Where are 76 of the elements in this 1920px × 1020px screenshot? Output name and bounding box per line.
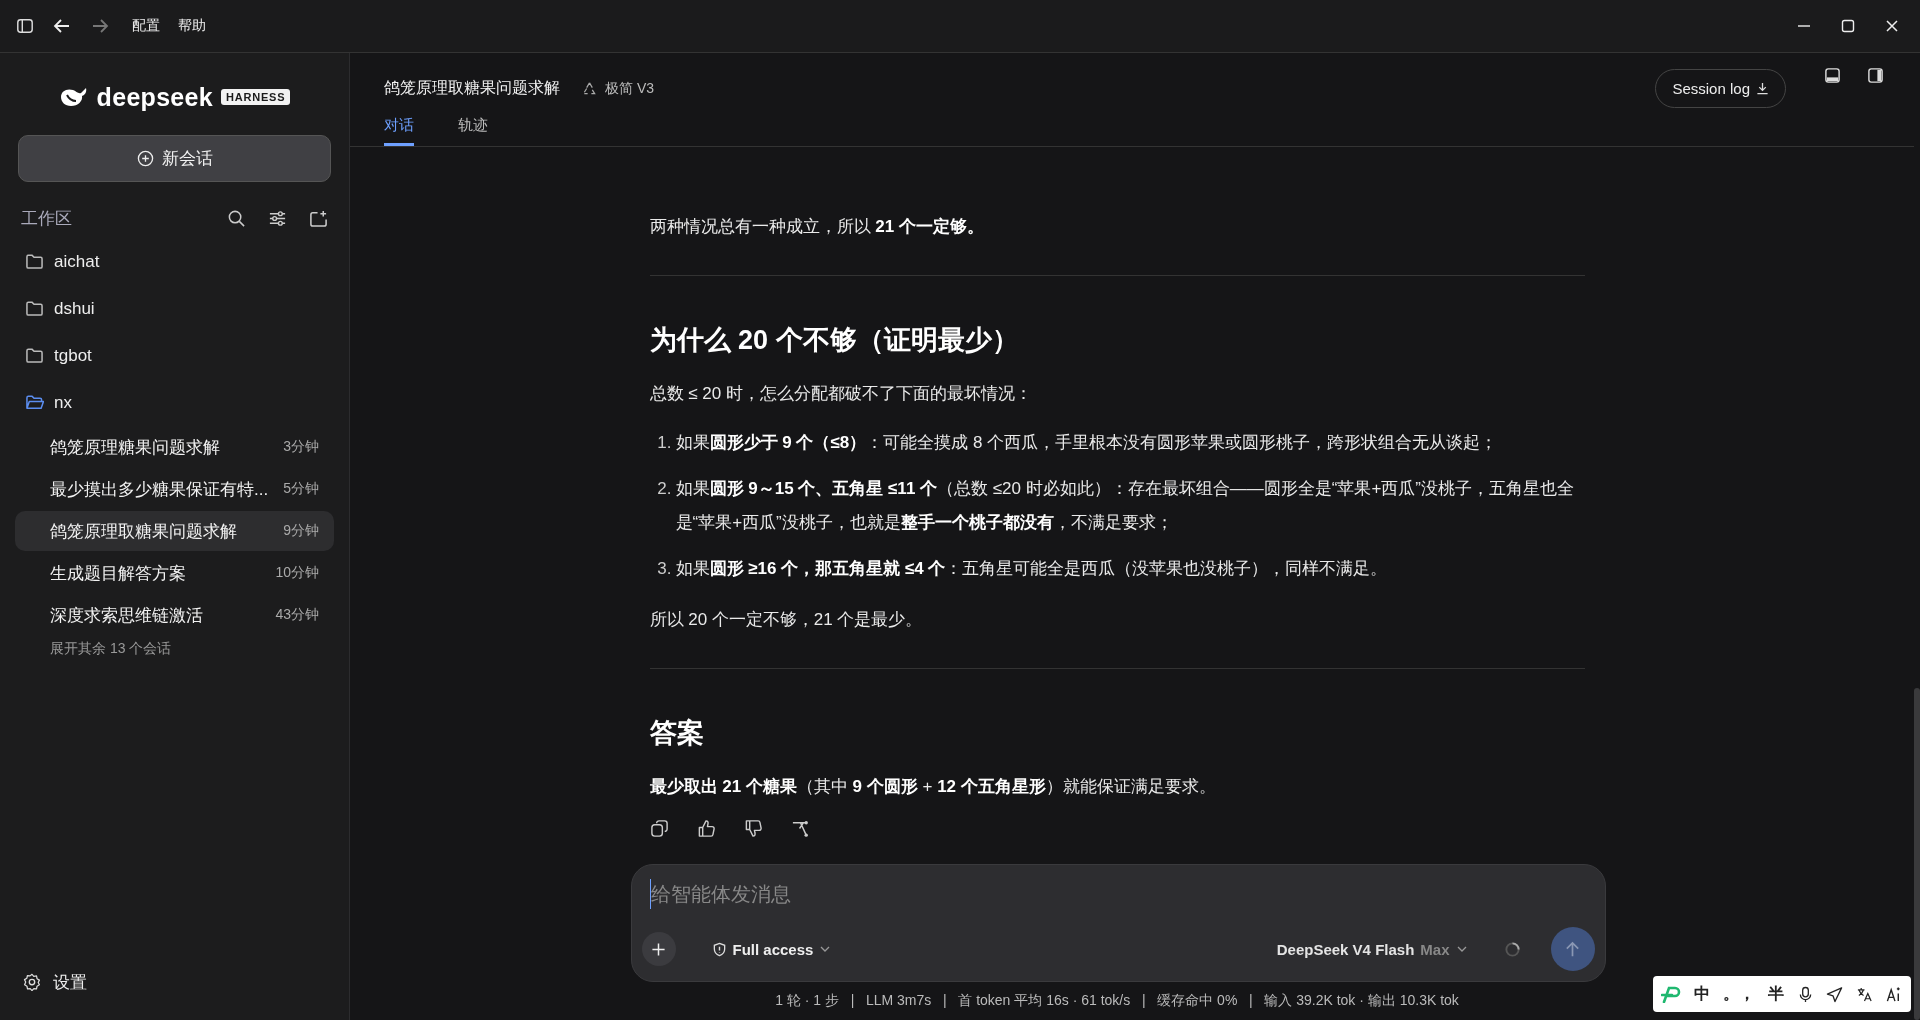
section-heading: 答案 <box>649 717 705 750</box>
menu-item[interactable]: 配置 <box>132 17 160 35</box>
scrollbar[interactable] <box>1914 688 1920 1020</box>
translate-icon[interactable] <box>1855 985 1873 1003</box>
new-chat-button[interactable]: 新会话 <box>18 135 331 182</box>
send-plane-icon[interactable] <box>1825 985 1843 1003</box>
thumbs-down-icon[interactable] <box>743 819 763 838</box>
session-item[interactable]: 鸽笼原理取糖果问题求解 9分钟 <box>15 511 334 551</box>
session-title: 生成题目解答方案 <box>50 562 187 585</box>
paragraph: 最少取出 21 个糖果（其中 9 个圆形 + 12 个五角星形）就能保证满足要求。 <box>649 776 1217 798</box>
plus-icon <box>651 941 666 957</box>
folder-item[interactable]: aichat <box>15 238 334 285</box>
paragraph: 总数 ≤ 20 时，怎么分配都破不了下面的最坏情况： <box>649 383 1033 405</box>
plus-circle-icon <box>136 150 154 167</box>
ime-toggle[interactable]: 。， <box>1723 983 1756 1005</box>
list-item-text: 如果圆形 ≥16 个，那五角星就 ≤4 个：五角星可能全是西瓜（没苹果也没桃子），同样不满足。 <box>675 558 1388 580</box>
copy-icon[interactable] <box>649 819 669 838</box>
list-number: 2. <box>656 478 672 500</box>
ime-toggle[interactable]: 半 <box>1768 983 1785 1005</box>
search-icon[interactable] <box>227 208 246 228</box>
sidebar-toggle-icon[interactable] <box>16 17 34 35</box>
filter-sliders-icon[interactable] <box>268 208 287 228</box>
close-icon[interactable] <box>1884 18 1900 34</box>
session-title: 深度求索思维链激活 <box>50 604 204 627</box>
status-text: 1 轮 · 1 步 | LLM 3m7s | 首 token 平均 16s · 61 tok/s | 缓存命中 0% | 输入 39.2K tok · 输出 10.3K tok <box>775 992 1459 1010</box>
session-item[interactable]: 深度求索思维链激活 43分钟 <box>15 595 334 635</box>
session-time: 9分钟 <box>283 522 319 540</box>
session-title: 最少摸出多少糖果保证有特... <box>50 478 270 501</box>
conversation-title: 鸽笼原理取糖果问题求解 <box>384 78 560 98</box>
session-item[interactable]: 最少摸出多少糖果保证有特... 5分钟 <box>15 469 334 509</box>
list-number: 1. <box>656 432 672 454</box>
session-title: 鸽笼原理取糖果问题求解 <box>50 520 238 543</box>
session-title: 鸽笼原理糖果问题求解 <box>50 436 221 459</box>
menu-item[interactable]: 帮助 <box>178 17 206 35</box>
session-item[interactable]: 鸽笼原理糖果问题求解 3分钟 <box>15 427 334 467</box>
new-folder-icon[interactable] <box>309 208 328 228</box>
session-time: 43分钟 <box>275 606 319 624</box>
right-panel-icon[interactable] <box>1867 67 1884 84</box>
message-input[interactable]: 给智能体发消息 <box>649 879 1596 909</box>
brand-name: deepseek <box>96 82 213 112</box>
paragraph: 所以 20 个一定不够，21 个是最少。 <box>649 609 924 631</box>
list-number: 3. <box>656 558 672 580</box>
folder-item[interactable]: dshui <box>15 285 334 332</box>
download-icon <box>1756 82 1769 95</box>
access-dropdown[interactable]: Full access <box>705 939 838 959</box>
tab[interactable]: 轨迹 <box>458 116 488 146</box>
settings-button[interactable]: 设置 <box>15 962 334 1002</box>
maximize-icon[interactable] <box>1840 18 1856 34</box>
list-item-text: 如果圆形少于 9 个（≤8）：可能全摸成 8 个西瓜，手里根本没有圆形苹果或圆形桃子，跨形状组合无从谈起； <box>675 432 1498 454</box>
loading-spinner-icon <box>1503 940 1521 958</box>
list-item-text: 如果圆形 9～15 个、五角星 ≤11 个（总数 ≤20 时必如此）：存在最坏组合——圆形全是“苹果+西瓜”没桃子，五角星也全是“苹果+西瓜”没桃子，也就是整手一个桃子都没有，不满足要求； <box>675 478 1575 534</box>
bottom-panel-icon[interactable] <box>1824 67 1841 84</box>
model-name-label: 极简 V3 <box>605 79 654 98</box>
expand-more-link[interactable]: 展开其余 13 个会话 <box>15 640 172 658</box>
folder-item[interactable]: nx <box>15 379 334 426</box>
shield-icon <box>711 941 727 957</box>
session-time: 5分钟 <box>283 480 319 498</box>
harness-badge: HARNESS <box>221 89 291 105</box>
workspace-label: 工作区 <box>21 207 72 230</box>
thumbs-up-icon[interactable] <box>696 819 716 838</box>
session-time: 10分钟 <box>275 564 319 582</box>
folder-item[interactable]: tgbot <box>15 332 334 379</box>
model-dropdown[interactable]: DeepSeek V4 Flash Max <box>1270 939 1474 959</box>
microphone-icon[interactable] <box>1797 985 1813 1003</box>
tab[interactable]: 对话 <box>384 116 414 146</box>
section-heading: 为什么 20 个不够（证明最少） <box>649 324 1020 357</box>
ime-toggle[interactable]: 中 <box>1694 983 1711 1005</box>
ai-sparkle-icon[interactable] <box>1886 985 1903 1003</box>
settings-icon <box>23 973 41 991</box>
ime-logo-icon[interactable] <box>1661 985 1681 1003</box>
attach-button[interactable] <box>641 932 676 966</box>
session-item[interactable]: 生成题目解答方案 10分钟 <box>15 553 334 593</box>
session-time: 3分钟 <box>283 438 319 456</box>
recycle-icon <box>582 81 597 96</box>
paragraph: 两种情况总有一种成立，所以 21 个一定够。 <box>649 216 985 238</box>
send-button[interactable] <box>1550 927 1595 971</box>
